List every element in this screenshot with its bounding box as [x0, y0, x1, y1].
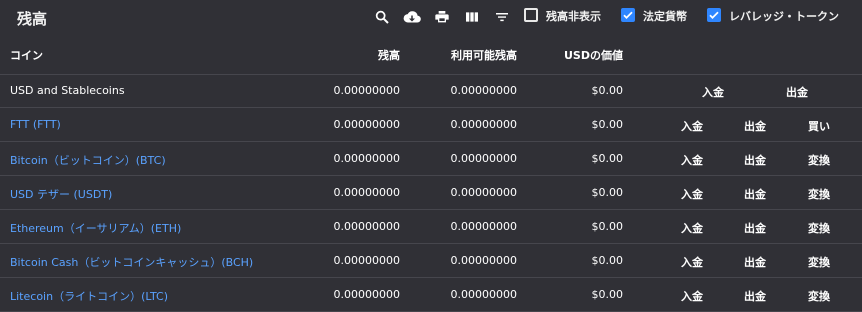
column-header-coin[interactable]: コイン [10, 47, 43, 63]
withdraw-button[interactable]: 出金 [737, 152, 773, 168]
usd-value: $0.00 [591, 84, 624, 97]
coin-name: USD and Stablecoins [10, 84, 125, 97]
usd-value: $0.00 [591, 220, 624, 233]
fiat-label: 法定貨幣 [643, 10, 687, 23]
deposit-button[interactable]: 入金 [695, 84, 731, 100]
usd-value: $0.00 [591, 288, 624, 301]
balance-value: 0.00000000 [333, 254, 400, 267]
hide-balance-checkbox[interactable] [524, 8, 538, 22]
table-row: Litecoin（ライトコイン）(LTC) 0.00000000 0.0000000… [0, 278, 862, 312]
convert-button[interactable]: 変換 [801, 152, 837, 168]
convert-button[interactable]: 変換 [801, 220, 837, 236]
checkmark-icon [623, 11, 633, 19]
cloud-download-icon[interactable] [403, 8, 421, 26]
fiat-checkbox[interactable] [621, 8, 635, 22]
usd-value: $0.00 [591, 186, 624, 199]
filter-icon[interactable] [493, 8, 511, 26]
table-row: USD テザー (USDT) 0.00000000 0.00000000 $0.00 入… [0, 176, 862, 210]
balance-value: 0.00000000 [333, 118, 400, 131]
deposit-button[interactable]: 入金 [674, 118, 710, 134]
table-row: FTT (FTT) 0.00000000 0.00000000 $0.00 入金 出金 買い [0, 108, 862, 142]
usd-value: $0.00 [591, 118, 624, 131]
column-header-available[interactable]: 利用可能残高 [451, 47, 517, 63]
available-value: 0.00000000 [450, 288, 517, 301]
withdraw-button[interactable]: 出金 [737, 220, 773, 236]
buy-button[interactable]: 買い [801, 118, 837, 134]
deposit-button[interactable]: 入金 [674, 288, 710, 304]
convert-button[interactable]: 変換 [801, 186, 837, 202]
convert-button[interactable]: 変換 [801, 254, 837, 270]
coin-name[interactable]: Bitcoin Cash（ビットコインキャッシュ）(BCH) [10, 254, 253, 270]
leveraged-tokens-label: レバレッジ・トークン [729, 10, 839, 23]
table-row: Bitcoin Cash（ビットコインキャッシュ）(BCH) 0.00000000… [0, 244, 862, 278]
usd-value: $0.00 [591, 254, 624, 267]
withdraw-button[interactable]: 出金 [779, 84, 815, 100]
balance-value: 0.00000000 [333, 220, 400, 233]
balance-value: 0.00000000 [333, 186, 400, 199]
toolbar: 残高 残高非表示 法定貨幣 レバレッジ・トークン [0, 0, 862, 36]
deposit-button[interactable]: 入金 [674, 220, 710, 236]
table-row: Bitcoin（ビットコイン）(BTC) 0.00000000 0.00000000… [0, 142, 862, 176]
withdraw-button[interactable]: 出金 [737, 118, 773, 134]
usd-value: $0.00 [591, 152, 624, 165]
deposit-button[interactable]: 入金 [674, 152, 710, 168]
balance-value: 0.00000000 [333, 84, 400, 97]
coin-name[interactable]: USD テザー (USDT) [10, 186, 112, 202]
convert-button[interactable]: 変換 [801, 288, 837, 304]
available-value: 0.00000000 [450, 152, 517, 165]
available-value: 0.00000000 [450, 254, 517, 267]
available-value: 0.00000000 [450, 118, 517, 131]
balance-value: 0.00000000 [333, 288, 400, 301]
coin-name[interactable]: Litecoin（ライトコイン）(LTC) [10, 288, 168, 304]
coin-name[interactable]: Bitcoin（ビットコイン）(BTC) [10, 152, 166, 168]
checkmark-icon [709, 11, 719, 19]
search-icon[interactable] [373, 8, 391, 26]
coin-name[interactable]: Ethereum（イーサリアム）(ETH) [10, 220, 181, 236]
leveraged-tokens-checkbox[interactable] [707, 8, 721, 22]
available-value: 0.00000000 [450, 186, 517, 199]
withdraw-button[interactable]: 出金 [737, 186, 773, 202]
balance-value: 0.00000000 [333, 152, 400, 165]
print-icon[interactable] [433, 8, 451, 26]
page-title: 残高 [17, 10, 48, 28]
available-value: 0.00000000 [450, 84, 517, 97]
withdraw-button[interactable]: 出金 [737, 254, 773, 270]
hide-balance-label: 残高非表示 [546, 10, 601, 23]
coin-name[interactable]: FTT (FTT) [10, 118, 61, 131]
deposit-button[interactable]: 入金 [674, 186, 710, 202]
table-header: コイン 残高 利用可能残高 USDの価値 [0, 36, 862, 75]
column-header-balance[interactable]: 残高 [378, 47, 400, 63]
available-value: 0.00000000 [450, 220, 517, 233]
table-row: Ethereum（イーサリアム）(ETH) 0.00000000 0.0000000… [0, 210, 862, 244]
column-header-usd-value[interactable]: USDの価値 [564, 47, 623, 63]
deposit-button[interactable]: 入金 [674, 254, 710, 270]
withdraw-button[interactable]: 出金 [737, 288, 773, 304]
columns-icon[interactable] [463, 8, 481, 26]
table-row: USD and Stablecoins 0.00000000 0.00000000 $… [0, 74, 862, 108]
